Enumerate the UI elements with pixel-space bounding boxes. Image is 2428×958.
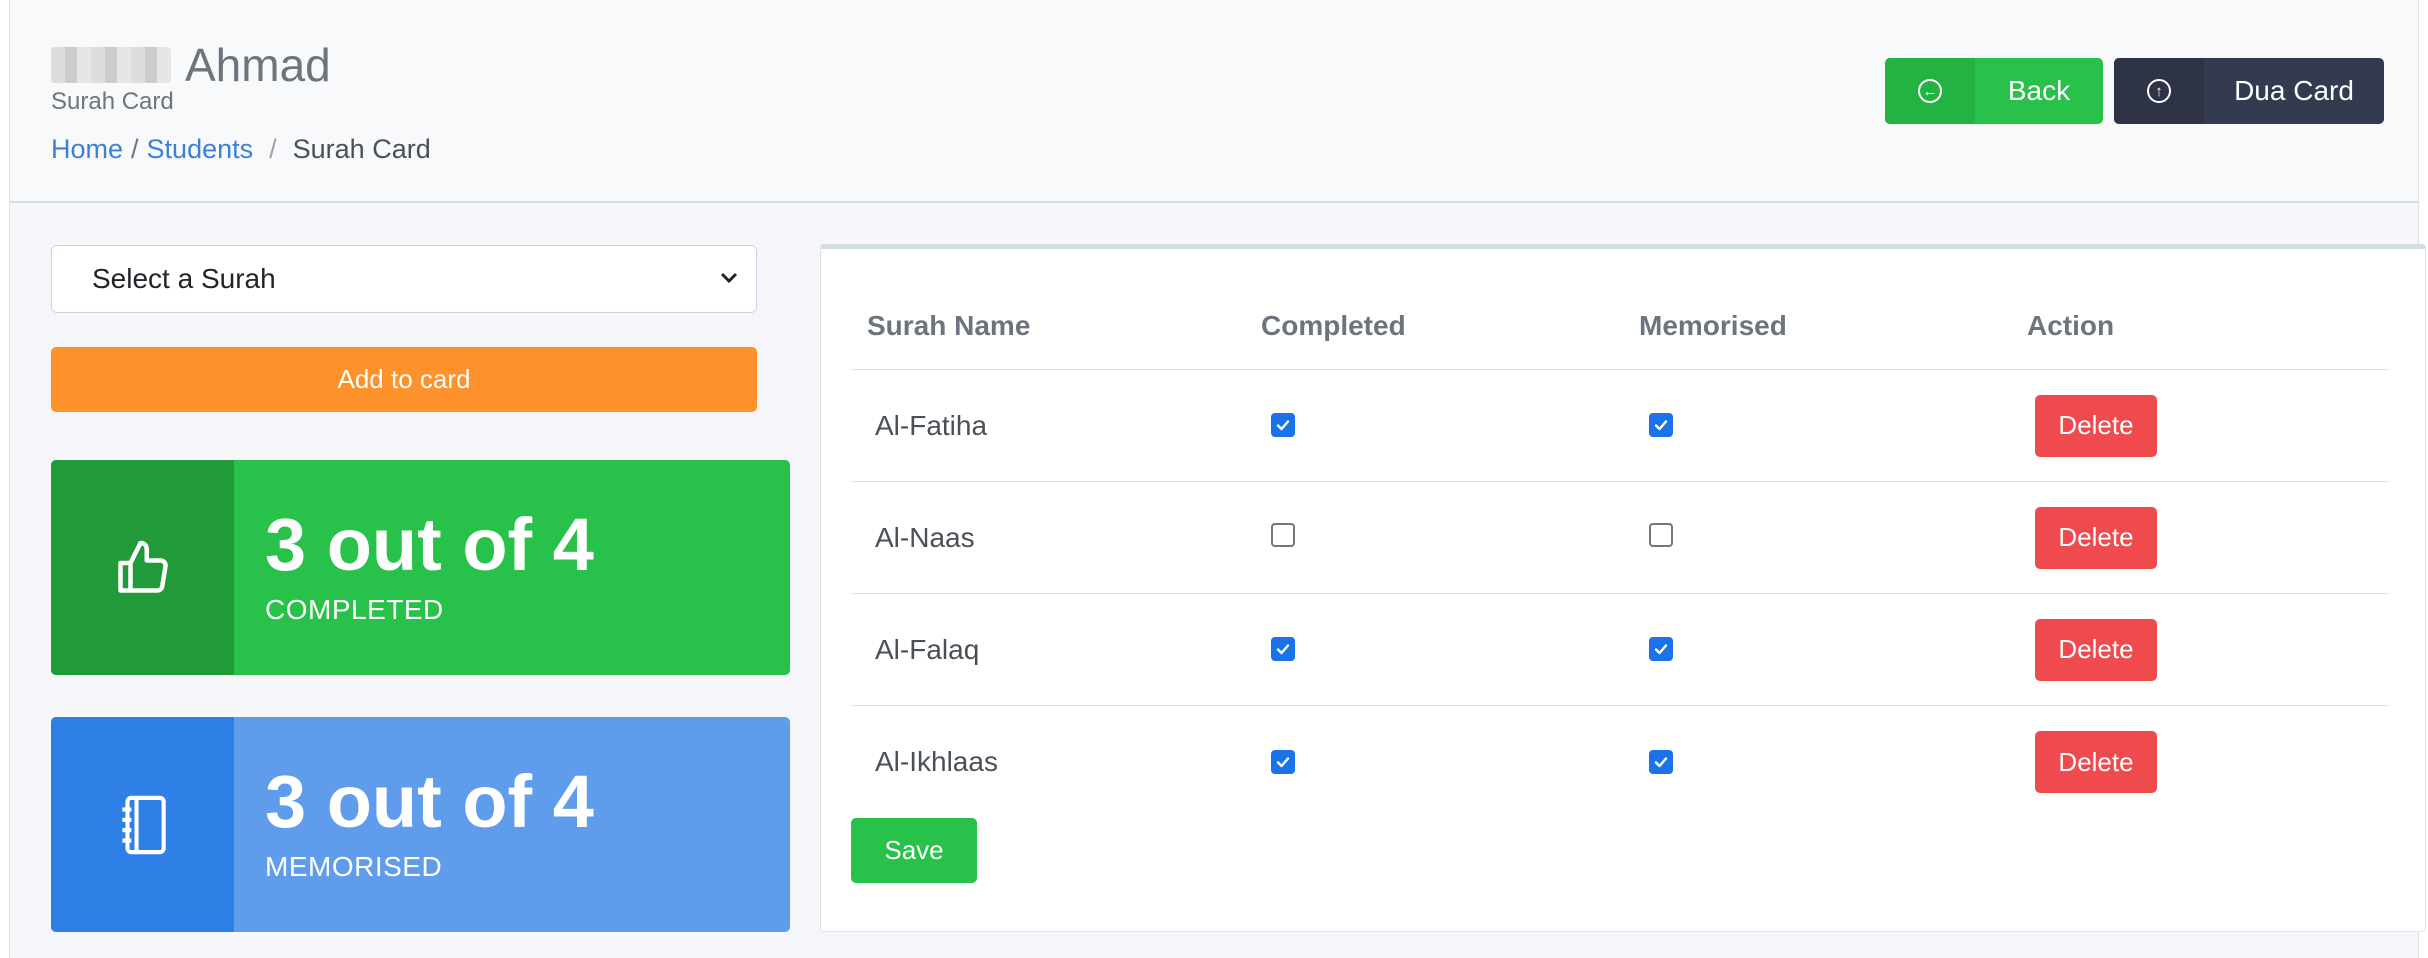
table-row: Al-Ikhlaas Delete bbox=[851, 706, 2389, 818]
surah-table: Surah Name Completed Memorised Action Al… bbox=[851, 282, 2389, 818]
table-row: Al-Naas Delete bbox=[851, 482, 2389, 594]
back-button[interactable]: ← Back bbox=[1885, 58, 2103, 124]
thumbs-up-icon bbox=[51, 460, 234, 675]
surah-name-cell: Al-Ikhlaas bbox=[875, 746, 998, 777]
add-to-card-button[interactable]: Add to card bbox=[51, 347, 757, 412]
breadcrumb-current: Surah Card bbox=[292, 134, 431, 164]
memorised-cell bbox=[1639, 749, 2027, 775]
surah-name-cell: Al-Fatiha bbox=[875, 409, 988, 441]
action-cell: Delete bbox=[2027, 618, 2389, 681]
completed-cell bbox=[1261, 523, 1639, 552]
surah-select-value: Select a Surah bbox=[92, 263, 276, 294]
surah-select[interactable]: Select a Surah bbox=[51, 245, 757, 313]
surah-name-cell: Al-Naas bbox=[875, 521, 975, 553]
memorised-checkbox[interactable] bbox=[1649, 749, 1673, 774]
completed-stat-body: 3 out of 4 COMPLETED bbox=[234, 460, 790, 675]
breadcrumb-separator: / bbox=[269, 134, 277, 164]
content-header: Ahmad Surah Card Home / Students / Surah… bbox=[10, 0, 2418, 203]
delete-button[interactable]: Delete bbox=[2035, 506, 2157, 569]
dua-card-button-label: Dua Card bbox=[2234, 75, 2354, 106]
save-button[interactable]: Save bbox=[851, 818, 977, 883]
action-cell: Delete bbox=[2027, 731, 2389, 793]
action-cell: Delete bbox=[2027, 506, 2389, 569]
delete-button[interactable]: Delete bbox=[2035, 394, 2157, 457]
completed-cell bbox=[1261, 637, 1639, 662]
page: Ahmad Surah Card Home / Students / Surah… bbox=[9, 0, 2426, 958]
delete-button[interactable]: Delete bbox=[2035, 731, 2157, 793]
column-header-surah-name: Surah Name bbox=[867, 309, 1031, 341]
memorised-cell bbox=[1639, 637, 2027, 662]
completed-stat-box: 3 out of 4 COMPLETED bbox=[51, 460, 790, 675]
completed-cell bbox=[1261, 749, 1639, 775]
breadcrumb-home-link[interactable]: Home bbox=[51, 134, 123, 165]
memorised-cell bbox=[1639, 523, 2027, 552]
memorised-checkbox[interactable] bbox=[1649, 523, 1673, 547]
memorised-count: 3 out of 4 bbox=[265, 760, 594, 843]
memorised-checkbox[interactable] bbox=[1649, 413, 1673, 437]
column-header-action: Action bbox=[2027, 309, 2115, 341]
column-header-memorised: Memorised bbox=[1639, 309, 1787, 341]
table-row: Al-Falaq Delete bbox=[851, 594, 2389, 706]
action-cell: Delete bbox=[2027, 394, 2389, 457]
breadcrumb-separator: / bbox=[131, 134, 139, 164]
completed-checkbox[interactable] bbox=[1271, 749, 1295, 774]
arrow-left-circle-icon: ← bbox=[1885, 58, 1975, 124]
delete-button[interactable]: Delete bbox=[2035, 618, 2157, 681]
surah-table-card: Surah Name Completed Memorised Action Al… bbox=[820, 244, 2426, 932]
completed-count: 3 out of 4 bbox=[265, 503, 594, 586]
memorised-label: MEMORISED bbox=[265, 851, 443, 882]
breadcrumb: Home / Students / Surah Card bbox=[51, 134, 431, 165]
redacted-name bbox=[51, 47, 171, 83]
back-button-label: Back bbox=[2007, 75, 2071, 106]
surah-name-cell: Al-Falaq bbox=[875, 633, 980, 665]
completed-checkbox[interactable] bbox=[1271, 637, 1295, 661]
completed-label: COMPLETED bbox=[265, 594, 444, 625]
memorised-stat-box: 3 out of 4 MEMORISED bbox=[51, 717, 790, 932]
table-body: Al-Fatiha Delete Al-Naas Delete Al-Falaq Dele… bbox=[851, 370, 2389, 818]
column-header-completed: Completed bbox=[1261, 309, 1406, 341]
dua-card-button[interactable]: ↑ Dua Card bbox=[2114, 58, 2384, 124]
completed-cell bbox=[1261, 413, 1639, 438]
table-row: Al-Fatiha Delete bbox=[851, 370, 2389, 482]
notebook-icon bbox=[51, 717, 234, 932]
chevron-down-icon bbox=[720, 266, 738, 296]
page-title-text: Ahmad bbox=[185, 39, 331, 91]
page-title: Ahmad bbox=[51, 38, 331, 92]
page-subtitle: Surah Card bbox=[51, 88, 174, 115]
arrow-up-circle-icon: ↑ bbox=[2114, 58, 2204, 124]
completed-checkbox[interactable] bbox=[1271, 413, 1295, 437]
memorised-stat-body: 3 out of 4 MEMORISED bbox=[234, 717, 790, 932]
completed-checkbox[interactable] bbox=[1271, 523, 1295, 547]
table-header: Surah Name Completed Memorised Action bbox=[851, 282, 2389, 370]
breadcrumb-students-link[interactable]: Students bbox=[147, 134, 254, 165]
memorised-cell bbox=[1639, 413, 2027, 438]
memorised-checkbox[interactable] bbox=[1649, 637, 1673, 661]
